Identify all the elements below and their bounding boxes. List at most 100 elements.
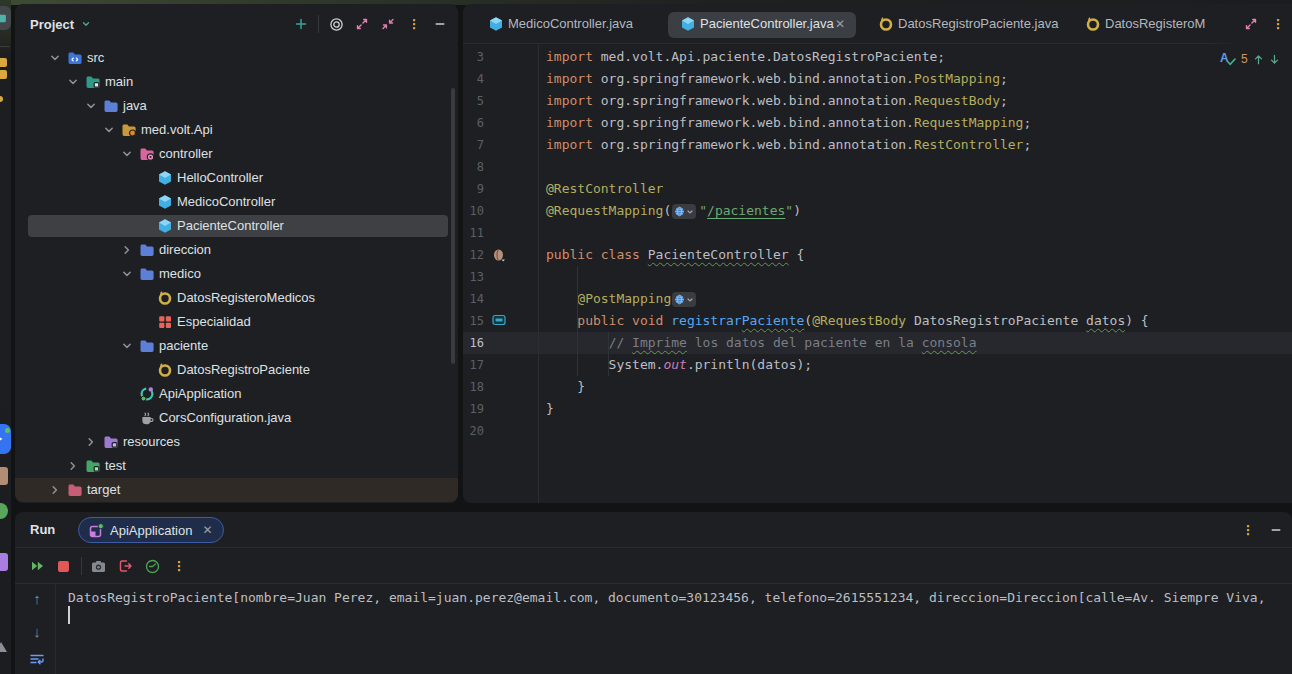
next-warning-icon[interactable] [1269, 53, 1280, 66]
folder-blue-icon [139, 266, 155, 282]
project-title[interactable]: Project [30, 17, 74, 32]
tree-item-label: java [123, 94, 147, 118]
tree-item-direccion[interactable]: direccion [15, 238, 458, 262]
run-tool-window-icon[interactable] [0, 424, 11, 454]
debug-tool-window-icon[interactable] [0, 467, 8, 485]
code-line-11 [546, 222, 1149, 244]
tree-item-DatosRegisteroMedicos[interactable]: DatosRegisteroMedicos [15, 286, 458, 310]
tree-item-resources[interactable]: resources [15, 430, 458, 454]
problems-tool-window-icon[interactable] [0, 553, 8, 571]
tab-3[interactable]: DatosRegistroPaciente.java [898, 4, 1058, 44]
tree-item-DatosRegistroPaciente[interactable]: DatosRegistroPaciente [15, 358, 458, 382]
code-line-15: public void registrarPaciente(@RequestBo… [546, 310, 1149, 332]
console[interactable]: ↑ ↓ DatosRegistroPaciente[nombre=Juan Pe… [15, 584, 1292, 674]
tree-item-controller[interactable]: controller [15, 142, 458, 166]
java-class-gutter-icon[interactable] [492, 248, 506, 262]
line-number: 8 [463, 156, 484, 178]
more-options-icon[interactable] [1270, 16, 1286, 32]
tree-item-medico[interactable]: medico [15, 262, 458, 286]
hide-panel-icon[interactable] [1268, 522, 1284, 538]
project-tool-window-icon[interactable] [0, 6, 11, 30]
tree-item-HelloController[interactable]: HelloController [15, 166, 458, 190]
chevron-right-icon[interactable] [83, 434, 99, 450]
spring-class-icon [157, 218, 173, 234]
tool-window-dock [0, 0, 11, 674]
chevron-right-icon[interactable] [47, 482, 63, 498]
tree-item-target[interactable]: target [15, 478, 458, 502]
tree-item-label: CorsConfiguration.java [159, 406, 291, 430]
chevron-down-icon[interactable] [78, 16, 94, 32]
java-file-icon [139, 410, 155, 426]
code-editor[interactable]: import med.volt.Api.paciente.DatosRegist… [546, 46, 1149, 442]
prev-occurrence-icon[interactable]: ↑ [15, 590, 59, 607]
api-endpoint-gutter-icon[interactable] [492, 314, 506, 328]
tree-item-MedicoController[interactable]: MedicoController [15, 190, 458, 214]
code-line-14: @PostMapping [546, 288, 1149, 310]
tree-item-CorsConfiguration.java[interactable]: CorsConfiguration.java [15, 406, 458, 430]
collapse-all-icon[interactable] [380, 16, 396, 32]
more-options-icon[interactable] [1240, 522, 1256, 538]
console-cursor [68, 606, 70, 624]
divider [81, 557, 82, 575]
tree-item-label: paciente [159, 334, 208, 358]
tree-item-test[interactable]: test [15, 454, 458, 478]
chevron-down-icon[interactable] [47, 50, 63, 66]
chevron-down-icon[interactable] [101, 122, 117, 138]
tree-item-main[interactable]: main [15, 70, 458, 94]
line-number: 10 [463, 200, 484, 222]
tree-scrollbar[interactable] [451, 88, 455, 364]
chevron-right-icon[interactable] [65, 458, 81, 474]
tree-item-label: target [87, 478, 120, 502]
soft-wrap-icon[interactable] [15, 653, 59, 665]
url-inlay-hint[interactable] [672, 292, 696, 307]
tree-item-Especialidad[interactable]: Especialidad [15, 310, 458, 334]
tab-2[interactable]: PacienteController.java [700, 4, 834, 44]
tree-item-ApiApplication[interactable]: ApiApplication [15, 382, 458, 406]
commit-tool-window-icon[interactable] [0, 58, 7, 67]
run-tab-label: ApiApplication [110, 523, 192, 538]
close-icon[interactable]: ✕ [202, 523, 212, 537]
chevron-down-icon[interactable] [83, 98, 99, 114]
tree-item-java[interactable]: java [15, 94, 458, 118]
prev-warning-icon[interactable] [1253, 53, 1264, 66]
line-number: 5 [463, 90, 484, 112]
chevron-down-icon[interactable] [119, 266, 135, 282]
run-toolbar [15, 549, 1292, 584]
code-line-4: import org.springframework.web.bind.anno… [546, 68, 1149, 90]
url-inlay-hint[interactable] [672, 204, 696, 219]
run-config-tab[interactable]: ApiApplication ✕ [78, 517, 224, 543]
hide-panel-icon[interactable] [432, 16, 448, 32]
next-occurrence-icon[interactable]: ↓ [15, 623, 59, 640]
stop-icon[interactable] [55, 558, 71, 574]
tree-item-label: MedicoController [177, 190, 275, 214]
commit-tool-window-icon-2[interactable] [0, 70, 7, 79]
expand-editor-icon[interactable] [1243, 16, 1259, 32]
more-options-icon[interactable] [171, 558, 187, 574]
tree-item-PacienteController[interactable]: PacienteController [15, 214, 458, 238]
chevron-right-icon[interactable] [119, 242, 135, 258]
chevron-down-icon[interactable] [65, 74, 81, 90]
tab-1[interactable]: MedicoController.java [508, 4, 633, 44]
run-configuration-icon [89, 523, 104, 538]
tree-item-med.volt.Api[interactable]: med.volt.Api [15, 118, 458, 142]
locate-target-icon[interactable] [328, 16, 344, 32]
expand-all-icon[interactable] [354, 16, 370, 32]
rerun-icon[interactable] [29, 558, 45, 574]
console-output: DatosRegistroPaciente[nombre=Juan Perez,… [68, 588, 1292, 608]
terminal-tool-window-icon[interactable] [0, 642, 7, 652]
tree-item-paciente[interactable]: paciente [15, 334, 458, 358]
gc-icon[interactable] [144, 558, 160, 574]
tab-4[interactable]: DatosRegisteroM [1105, 4, 1205, 44]
tree-item-src[interactable]: src [15, 46, 458, 70]
thread-dump-icon[interactable] [90, 558, 106, 574]
chevron-down-icon[interactable] [119, 338, 135, 354]
inspections-widget[interactable]: A 5 [1220, 50, 1280, 68]
gutter-line-numbers: 34567891011121314151617181920 [463, 46, 484, 442]
exit-icon[interactable] [117, 558, 133, 574]
line-number: 14 [463, 288, 484, 310]
add-icon[interactable] [293, 16, 309, 32]
chevron-down-icon[interactable] [119, 146, 135, 162]
more-options-icon[interactable] [406, 16, 422, 32]
close-tab-icon[interactable]: ✕ [835, 4, 845, 44]
services-tool-window-icon[interactable] [0, 503, 8, 519]
